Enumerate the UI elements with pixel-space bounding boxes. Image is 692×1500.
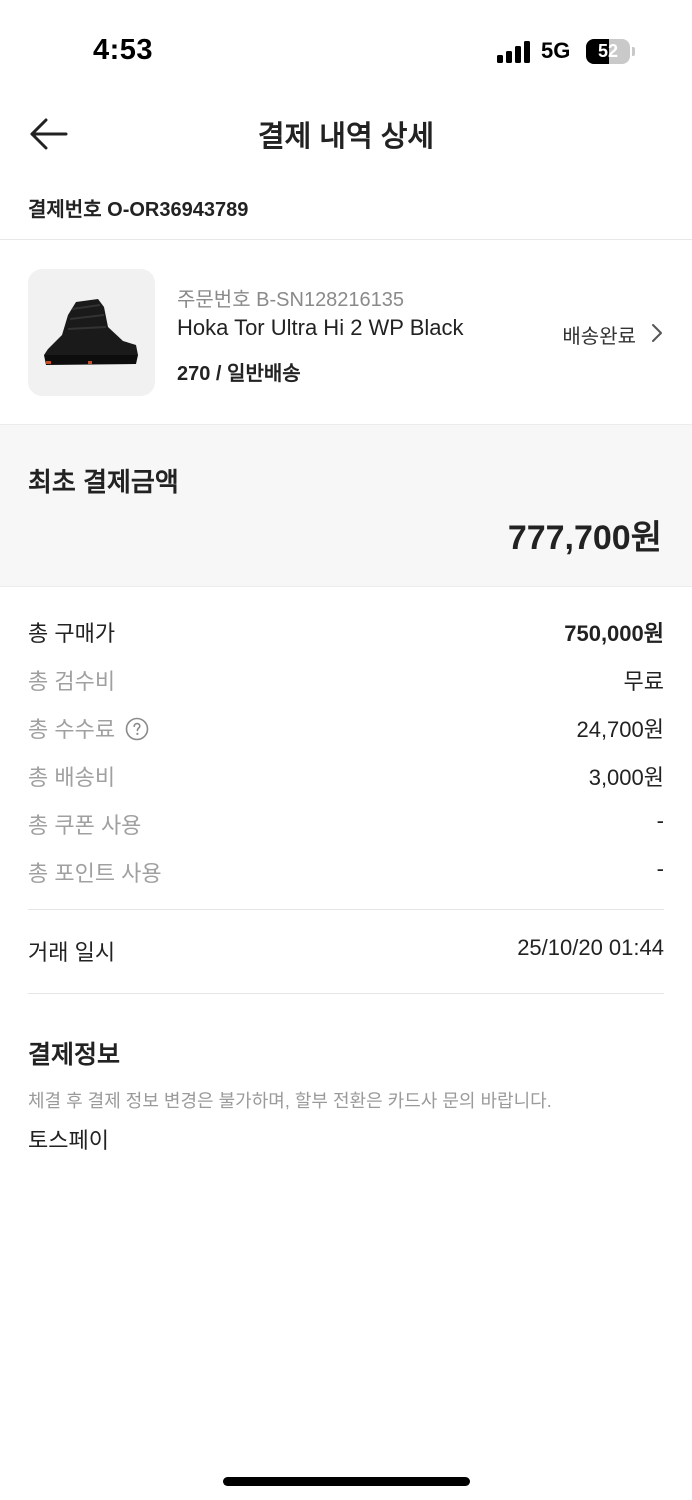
breakdown-row: 총 포인트 사용 - [28,850,664,898]
chevron-right-icon [652,324,662,342]
price-breakdown: 총 구매가 750,000원 총 검수비 무료 총 수수료 24,700원 총 … [28,610,664,898]
divider [28,993,664,994]
breakdown-row: 총 배송비 3,000원 [28,754,664,802]
row-label: 총 수수료 [28,717,116,742]
deal-value: 25/10/20 01:44 [517,935,664,960]
header: 결제 내역 상세 [0,100,692,166]
row-label: 총 포인트 사용 [28,861,162,886]
page-title: 결제 내역 상세 [257,121,435,153]
breakdown-row: 총 검수비 무료 [28,658,664,706]
product-card[interactable]: 주문번호 B-SN128216135 Hoka Tor Ultra Hi 2 W… [0,240,692,424]
product-option: 270 / 일반배송 [177,363,301,385]
row-value: - [656,856,664,881]
total-payment-panel: 최초 결제금액 777,700원 [0,424,692,587]
total-label: 최초 결제금액 [28,467,179,497]
deal-label: 거래 일시 [28,940,116,965]
row-value: 3,000원 [588,765,664,790]
row-label: 총 검수비 [28,669,116,694]
deal-datetime-row: 거래 일시 25/10/20 01:44 [28,935,664,969]
order-number: 주문번호 B-SN128216135 [177,289,405,311]
divider [28,909,664,910]
breakdown-row: 총 수수료 24,700원 [28,706,664,754]
row-label: 총 구매가 [28,621,116,646]
payment-info-title: 결제정보 [28,1041,121,1069]
product-image [28,269,155,396]
breakdown-row: 총 쿠폰 사용 - [28,802,664,850]
breakdown-row: 총 구매가 750,000원 [28,610,664,658]
total-amount: 777,700원 [507,519,662,557]
payment-number: 결제번호 O-OR36943789 [28,199,249,221]
payment-method: 토스페이 [28,1128,109,1153]
row-value: 750,000원 [564,621,664,646]
product-name: Hoka Tor Ultra Hi 2 WP Black [177,315,464,340]
home-indicator [223,1477,470,1486]
battery-cap [632,47,635,56]
row-label: 총 쿠폰 사용 [28,813,142,838]
signal-icon [497,41,531,63]
row-label-wrap: 총 수수료 [28,712,149,744]
status-bar: 4:53 5G 52 [0,0,692,100]
row-value: 24,700원 [576,717,664,742]
network-label: 5G [541,38,571,63]
status-time: 4:53 [93,34,154,66]
payment-info-note: 체결 후 결제 정보 변경은 불가하며, 할부 전환은 카드사 문의 바랍니다. [28,1091,552,1111]
battery-icon: 52 [586,39,630,64]
row-label: 총 배송비 [28,765,116,790]
boot-image [44,299,138,365]
delivery-status: 배송완료 [562,326,636,348]
row-value: 무료 [623,669,664,694]
row-value: - [656,808,664,833]
question-circle-icon[interactable] [125,717,149,741]
battery-level: 52 [597,41,619,61]
